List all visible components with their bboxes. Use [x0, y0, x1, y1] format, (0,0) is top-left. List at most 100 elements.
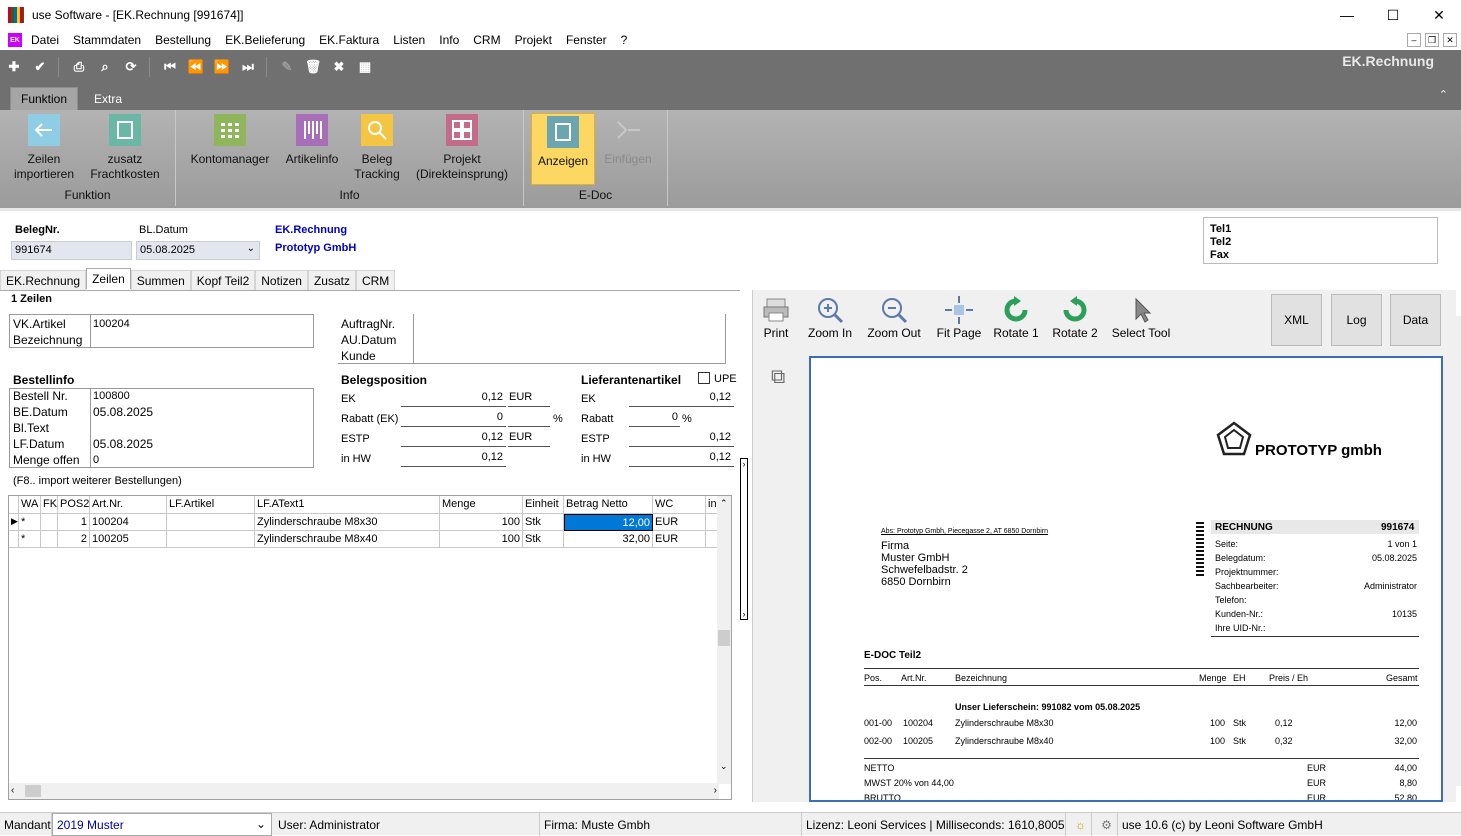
tab-zeilen[interactable]: Zeilen — [86, 268, 131, 289]
print-icon[interactable]: ⎙ — [69, 57, 89, 77]
col-lf-artikel[interactable]: LF.Artikel — [167, 496, 255, 514]
zoom-in-tool[interactable]: Zoom In — [805, 294, 855, 340]
chevron-down-icon[interactable]: ⌄ — [247, 243, 255, 254]
row1-einheit[interactable]: Stk — [523, 514, 564, 531]
menu-listen[interactable]: Listen — [386, 33, 432, 47]
anzeigen-button[interactable]: Anzeigen — [531, 113, 595, 185]
belegnr-field[interactable]: 991674 — [11, 241, 132, 260]
la-hw-field[interactable]: 0,12 — [629, 451, 731, 463]
xml-button[interactable]: XML — [1271, 294, 1322, 346]
ek-form-icon[interactable]: EK — [8, 33, 22, 47]
la-ek-field[interactable]: 0,12 — [629, 391, 731, 403]
row1-pos[interactable]: 1 — [58, 514, 90, 531]
mdi-restore-button[interactable]: ❐ — [1425, 33, 1439, 47]
close-button[interactable]: ✕ — [1416, 0, 1461, 30]
scroll-left-icon[interactable]: ‹ — [11, 785, 14, 796]
sun-icon[interactable]: ☼ — [1066, 813, 1092, 836]
bezeichnung-field[interactable] — [92, 331, 312, 346]
zusatz-frachtkosten-button[interactable]: zusatz Frachtkosten — [88, 114, 162, 182]
col-einheit[interactable]: Einheit — [523, 496, 564, 514]
menu-projekt[interactable]: Projekt — [508, 33, 559, 47]
kontomanager-button[interactable]: Kontomanager — [188, 114, 272, 167]
la-estp-field[interactable]: 0,12 — [629, 431, 731, 443]
projekt-button[interactable]: Projekt (Direkteinsprung) — [412, 114, 512, 182]
bp-rabatt-field[interactable]: 0 — [401, 411, 503, 423]
pages-icon[interactable]: ⧉ — [771, 366, 785, 389]
row1-lf-artikel[interactable] — [167, 514, 255, 531]
menu-stammdaten[interactable]: Stammdaten — [66, 33, 148, 47]
tab-notizen[interactable]: Notizen — [255, 270, 308, 290]
col-lf-atext1[interactable]: LF.AText1 — [255, 496, 440, 514]
bldatum-field[interactable]: 05.08.2025 ⌄ — [136, 241, 260, 260]
zoom-out-tool[interactable]: Zoom Out — [865, 294, 923, 340]
row2-betrag[interactable]: 32,00 — [564, 531, 653, 548]
settings-icon[interactable]: ⚙ — [1092, 813, 1118, 836]
log-button[interactable]: Log — [1331, 294, 1382, 346]
first-record-icon[interactable]: ⏮ — [160, 57, 180, 77]
next-record-icon[interactable]: ⏩ — [212, 57, 232, 77]
row2-artnr[interactable]: 100205 — [90, 531, 167, 548]
row1-artnr[interactable]: 100204 — [90, 514, 167, 531]
refresh-icon[interactable]: ⟳ — [121, 57, 141, 77]
check-icon[interactable]: ✔ — [30, 57, 50, 77]
edit-icon[interactable]: ✎ — [277, 57, 297, 77]
col-fk[interactable]: FK — [41, 496, 58, 514]
row2-menge[interactable]: 100 — [440, 531, 523, 548]
bedatum-field[interactable]: 05.08.2025 — [93, 405, 153, 419]
menge-offen-field[interactable]: 0 — [93, 454, 99, 466]
row2-wc[interactable]: EUR — [653, 531, 706, 548]
search-icon[interactable]: ⌕ — [95, 57, 115, 77]
pdf-scrollbar[interactable] — [1455, 316, 1461, 786]
data-button[interactable]: Data — [1390, 294, 1441, 346]
splitter-handle[interactable]: › › — [740, 458, 748, 620]
menu-help[interactable]: ? — [614, 33, 635, 47]
row1-wa[interactable]: * — [19, 514, 41, 531]
row1-betrag[interactable]: 12,00 — [564, 514, 653, 531]
zeilen-importieren-button[interactable]: Zeilen importieren — [8, 114, 80, 182]
bestellnr-field[interactable]: 100800 — [93, 390, 130, 402]
scroll-up-icon[interactable]: ⌃ — [720, 498, 728, 509]
upe-checkbox[interactable] — [698, 372, 710, 384]
tab-zusatz[interactable]: Zusatz — [307, 270, 356, 290]
row2-einheit[interactable]: Stk — [523, 531, 564, 548]
menu-crm[interactable]: CRM — [466, 33, 507, 47]
delete-icon[interactable]: 🗑 — [303, 57, 323, 77]
chevron-down-icon[interactable]: ⌄ — [256, 817, 266, 831]
col-menge[interactable]: Menge — [440, 496, 523, 514]
col-wa[interactable]: WA — [19, 496, 41, 514]
row2-wa[interactable]: * — [19, 531, 41, 548]
maximize-button[interactable]: ☐ — [1370, 0, 1416, 30]
col-betrag-netto[interactable]: Betrag Netto — [564, 496, 653, 514]
row1-menge[interactable]: 100 — [440, 514, 523, 531]
scroll-thumb[interactable] — [718, 630, 730, 646]
artikelinfo-button[interactable]: Artikelinfo — [282, 114, 342, 167]
bp-ek-field[interactable]: 0,12 — [401, 391, 503, 403]
beleg-tracking-button[interactable]: Beleg Tracking — [348, 114, 406, 182]
menu-info[interactable]: Info — [432, 33, 466, 47]
col-artnr[interactable]: Art.Nr. — [90, 496, 167, 514]
collapse-ribbon-icon[interactable]: ⌃ — [1439, 88, 1448, 101]
mandant-select[interactable]: 2019 Muster ⌄ — [52, 813, 272, 836]
menu-fenster[interactable]: Fenster — [559, 33, 614, 47]
tab-ek-rechnung[interactable]: EK.Rechnung — [0, 270, 87, 290]
last-record-icon[interactable]: ⏭ — [238, 57, 258, 77]
vk-artikel-field[interactable]: 100204 — [93, 318, 130, 330]
scroll-right-icon[interactable]: › — [714, 785, 717, 796]
menu-ek-belieferung[interactable]: EK.Belieferung — [218, 33, 312, 47]
scroll-down-icon[interactable]: ⌄ — [720, 761, 728, 772]
col-pos2[interactable]: POS2 — [58, 496, 90, 514]
row2-fk[interactable] — [41, 531, 58, 548]
select-tool[interactable]: Select Tool — [1111, 294, 1171, 340]
tab-summen[interactable]: Summen — [130, 270, 191, 290]
fit-page-tool[interactable]: Fit Page — [935, 294, 983, 340]
tab-extra[interactable]: Extra — [84, 87, 132, 110]
horizontal-scrollbar[interactable]: ‹ › — [9, 783, 719, 799]
previous-record-icon[interactable]: ⏪ — [186, 57, 206, 77]
mdi-close-button[interactable]: ✕ — [1443, 33, 1457, 47]
col-wc[interactable]: WC — [653, 496, 706, 514]
cancel-icon[interactable]: ✖ — [329, 57, 349, 77]
tab-crm[interactable]: CRM — [355, 270, 396, 290]
bp-hw-field[interactable]: 0,12 — [401, 451, 503, 463]
row1-text[interactable]: Zylinderschraube M8x30 — [255, 514, 440, 531]
grid-icon[interactable]: ▦ — [355, 57, 375, 77]
